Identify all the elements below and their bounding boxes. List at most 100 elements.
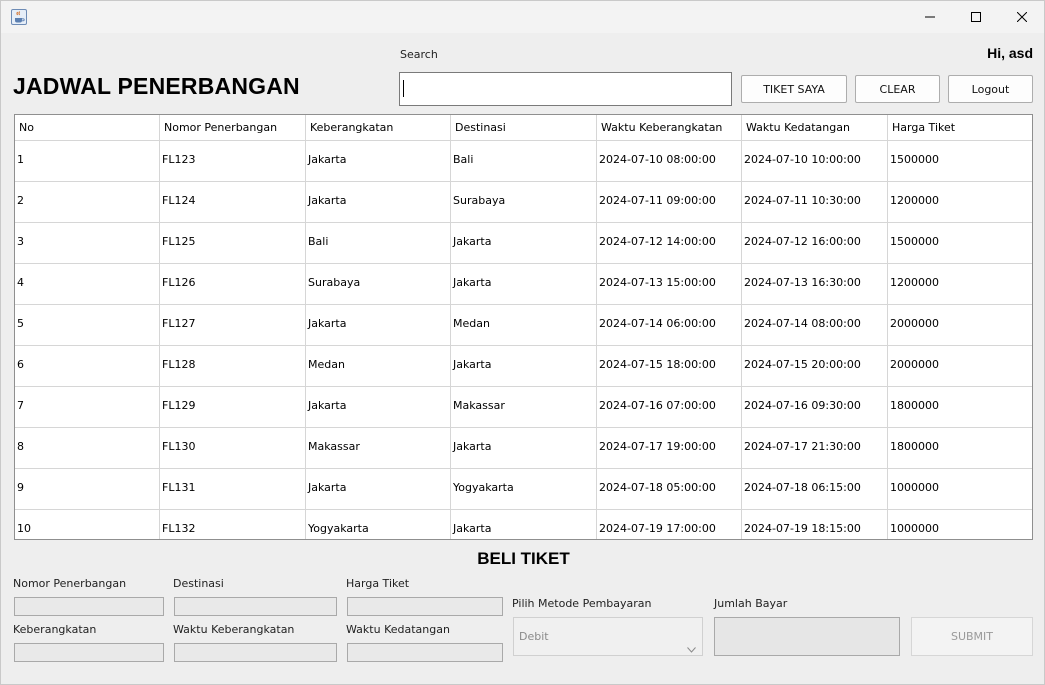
- title-bar: [1, 1, 1044, 33]
- cell-ticket-price: 1000000: [890, 481, 939, 494]
- column-header-departure[interactable]: Keberangkatan: [306, 115, 451, 140]
- cell-flight-number: FL127: [160, 305, 306, 345]
- cell-no: 5: [15, 305, 160, 345]
- column-header-no[interactable]: No: [15, 115, 160, 140]
- java-coffee-cup-icon: [11, 9, 27, 25]
- search-label: Search: [400, 48, 438, 61]
- flight-number-label: Nomor Penerbangan: [13, 577, 127, 590]
- payment-method-value: Debit: [519, 630, 549, 643]
- table-row[interactable]: 5 FL127 Jakarta Medan 2024-07-14 06:00:00 202…: [15, 305, 1032, 346]
- cell-departure-time: 2024-07-15 18:00:00: [597, 346, 742, 386]
- column-header-destination[interactable]: Destinasi: [451, 115, 597, 140]
- cell-departure-time: 2024-07-10 08:00:00: [597, 141, 742, 181]
- cell-ticket-price: 1200000: [890, 194, 939, 207]
- cell-departure-time: 2024-07-12 14:00:00: [597, 223, 742, 263]
- cell-no: 4: [15, 264, 160, 304]
- price-field[interactable]: [347, 597, 503, 616]
- cell-destination: Jakarta: [451, 510, 597, 539]
- clear-button[interactable]: CLEAR: [855, 75, 940, 103]
- departure-field[interactable]: [14, 643, 164, 662]
- cell-ticket-price: 1800000: [890, 440, 939, 453]
- table-row[interactable]: 3 FL125 Bali Jakarta 2024-07-12 14:00:00 2024…: [15, 223, 1032, 264]
- cell-destination: Bali: [451, 141, 597, 181]
- cell-departure-time: 2024-07-13 15:00:00: [597, 264, 742, 304]
- table-row[interactable]: 7 FL129 Jakarta Makassar 2024-07-16 07:00:00…: [15, 387, 1032, 428]
- cell-ticket-price: 1500000: [890, 153, 939, 166]
- cell-departure-time: 2024-07-18 05:00:00: [597, 469, 742, 509]
- cell-destination: Jakarta: [451, 346, 597, 386]
- cell-departure: Makassar: [306, 428, 451, 468]
- cell-flight-number: FL129: [160, 387, 306, 427]
- table-row[interactable]: 10 FL132 Yogyakarta Jakarta 2024-07-19 17:00…: [15, 510, 1032, 539]
- destination-label: Destinasi: [173, 577, 224, 590]
- cell-departure-time: 2024-07-16 07:00:00: [597, 387, 742, 427]
- my-tickets-button[interactable]: TIKET SAYA: [741, 75, 847, 103]
- cell-destination: Yogyakarta: [451, 469, 597, 509]
- payment-method-select[interactable]: Debit: [513, 617, 703, 656]
- close-button[interactable]: [999, 1, 1044, 33]
- cell-departure: Yogyakarta: [306, 510, 451, 539]
- search-input[interactable]: [399, 72, 732, 106]
- purchase-section-title: BELI TIKET: [477, 549, 570, 568]
- cell-no: 6: [15, 346, 160, 386]
- table-row[interactable]: 2 FL124 Jakarta Surabaya 2024-07-11 09:00:00…: [15, 182, 1032, 223]
- maximize-button[interactable]: [953, 1, 999, 33]
- cell-no: 2: [15, 182, 160, 222]
- cell-flight-number: FL128: [160, 346, 306, 386]
- column-header-arrival-time[interactable]: Waktu Kedatangan: [742, 115, 888, 140]
- flight-number-field[interactable]: [14, 597, 164, 616]
- main-panel: JADWAL PENERBANGAN Hi, asd Search TIKET …: [1, 33, 1044, 684]
- arrival-time-field[interactable]: [347, 643, 503, 662]
- page-title: JADWAL PENERBANGAN: [13, 73, 300, 99]
- cell-ticket-price: 1200000: [890, 276, 939, 289]
- arrival-time-label: Waktu Kedatangan: [346, 623, 450, 636]
- cell-flight-number: FL123: [160, 141, 306, 181]
- cell-arrival-time: 2024-07-18 06:15:00: [742, 469, 888, 509]
- flight-schedule-table: No Nomor Penerbangan Keberangkatan Desti…: [14, 114, 1033, 540]
- cell-departure-time: 2024-07-11 09:00:00: [597, 182, 742, 222]
- cell-departure: Jakarta: [306, 387, 451, 427]
- cell-ticket-price: 2000000: [890, 317, 939, 330]
- cell-departure: Jakarta: [306, 141, 451, 181]
- cell-destination: Medan: [451, 305, 597, 345]
- column-header-departure-time[interactable]: Waktu Keberangkatan: [597, 115, 742, 140]
- submit-button[interactable]: SUBMIT: [911, 617, 1033, 656]
- cell-no: 3: [15, 223, 160, 263]
- cell-flight-number: FL130: [160, 428, 306, 468]
- table-row[interactable]: 8 FL130 Makassar Jakarta 2024-07-17 19:00:00…: [15, 428, 1032, 469]
- cell-ticket-price: 1000000: [890, 522, 939, 535]
- cell-flight-number: FL125: [160, 223, 306, 263]
- cell-destination: Surabaya: [451, 182, 597, 222]
- cell-destination: Jakarta: [451, 428, 597, 468]
- cell-departure-time: 2024-07-17 19:00:00: [597, 428, 742, 468]
- departure-time-label: Waktu Keberangkatan: [173, 623, 295, 636]
- departure-time-field[interactable]: [174, 643, 337, 662]
- cell-departure-time: 2024-07-14 06:00:00: [597, 305, 742, 345]
- cell-flight-number: FL124: [160, 182, 306, 222]
- close-icon: [1017, 12, 1027, 22]
- column-header-ticket-price[interactable]: Harga Tiket: [888, 115, 1032, 140]
- column-header-flight-number[interactable]: Nomor Penerbangan: [160, 115, 306, 140]
- cell-no: 8: [15, 428, 160, 468]
- price-label: Harga Tiket: [346, 577, 410, 590]
- table-row[interactable]: 9 FL131 Jakarta Yogyakarta 2024-07-18 05:00:…: [15, 469, 1032, 510]
- minimize-icon: [925, 16, 935, 18]
- minimize-button[interactable]: [907, 1, 953, 33]
- user-greeting: Hi, asd: [987, 45, 1033, 61]
- destination-field[interactable]: [174, 597, 337, 616]
- table-row[interactable]: 6 FL128 Medan Jakarta 2024-07-15 18:00:00 202…: [15, 346, 1032, 387]
- cell-ticket-price: 1800000: [890, 399, 939, 412]
- cell-ticket-price: 1500000: [890, 235, 939, 248]
- cell-ticket-price: 2000000: [890, 358, 939, 371]
- cell-arrival-time: 2024-07-16 09:30:00: [742, 387, 888, 427]
- table-header: No Nomor Penerbangan Keberangkatan Desti…: [15, 115, 1032, 141]
- table-row[interactable]: 4 FL126 Surabaya Jakarta 2024-07-13 15:00:00…: [15, 264, 1032, 305]
- cell-arrival-time: 2024-07-11 10:30:00: [742, 182, 888, 222]
- cell-no: 7: [15, 387, 160, 427]
- logout-button[interactable]: Logout: [948, 75, 1033, 103]
- amount-label: Jumlah Bayar: [714, 597, 788, 610]
- app-window: JADWAL PENERBANGAN Hi, asd Search TIKET …: [0, 0, 1045, 685]
- cell-flight-number: FL131: [160, 469, 306, 509]
- table-row[interactable]: 1 FL123 Jakarta Bali 2024-07-10 08:00:00 2024…: [15, 141, 1032, 182]
- amount-field[interactable]: [714, 617, 900, 656]
